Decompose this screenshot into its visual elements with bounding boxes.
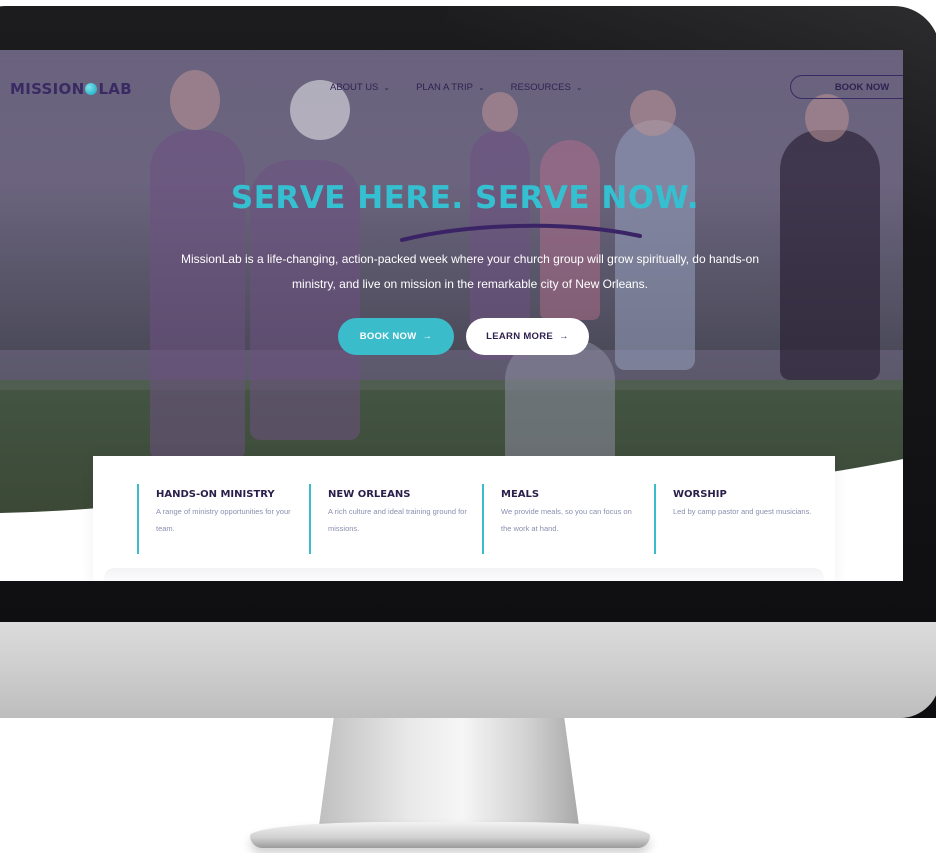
hero-section: MISSION LAB ABOUT US ⌄ PLAN A TRIP ⌄ RES… bbox=[0, 50, 903, 520]
globe-icon bbox=[85, 83, 98, 95]
feature-worship: WORSHIP Led by camp pastor and guest mus… bbox=[654, 484, 824, 554]
feature-description: A rich culture and ideal training ground… bbox=[328, 507, 467, 533]
website-screen: MISSION LAB ABOUT US ⌄ PLAN A TRIP ⌄ RES… bbox=[0, 50, 903, 581]
features-card: HANDS-ON MINISTRY A range of ministry op… bbox=[93, 456, 835, 581]
chevron-down-icon: ⌄ bbox=[383, 83, 391, 92]
hero-book-now-button[interactable]: BOOK NOW → bbox=[338, 318, 454, 355]
hero-description: MissionLab is a life-changing, action-pa… bbox=[180, 252, 760, 291]
nav-item-label: PLAN A TRIP bbox=[416, 82, 473, 93]
monitor-chin bbox=[0, 622, 936, 718]
hero-book-now-label: BOOK NOW bbox=[359, 331, 417, 342]
feature-new-orleans: NEW ORLEANS A rich culture and ideal tra… bbox=[309, 484, 479, 554]
nav-item-label: RESOURCES bbox=[510, 82, 571, 93]
hero-photo-head bbox=[170, 70, 220, 130]
nav-item-plan-a-trip[interactable]: PLAN A TRIP ⌄ bbox=[416, 82, 485, 93]
feature-description: Led by camp pastor and guest musicians. bbox=[673, 507, 812, 516]
hero-learn-more-label: LEARN MORE bbox=[486, 331, 554, 342]
feature-title: HANDS-ON MINISTRY bbox=[156, 489, 275, 500]
hero-photo-person bbox=[780, 130, 880, 380]
hero-title: SERVE HERE. SERVE NOW. bbox=[230, 180, 700, 216]
logo-text-lab: LAB bbox=[98, 80, 132, 98]
missionlab-logo[interactable]: MISSION LAB bbox=[10, 80, 132, 98]
feature-title: MEALS bbox=[501, 489, 540, 500]
feature-title: WORSHIP bbox=[673, 489, 727, 500]
feature-title: NEW ORLEANS bbox=[328, 489, 411, 500]
main-nav: ABOUT US ⌄ PLAN A TRIP ⌄ RESOURCES ⌄ bbox=[330, 82, 609, 93]
chevron-down-icon: ⌄ bbox=[575, 83, 583, 92]
arrow-right-icon: → bbox=[422, 331, 433, 342]
monitor-stand bbox=[318, 718, 580, 833]
nav-item-about-us[interactable]: ABOUT US ⌄ bbox=[330, 82, 390, 93]
feature-hands-on-ministry: HANDS-ON MINISTRY A range of ministry op… bbox=[137, 484, 307, 554]
chevron-down-icon: ⌄ bbox=[477, 83, 485, 92]
hero-photo-head bbox=[805, 94, 849, 142]
hero-title-underline bbox=[400, 223, 642, 242]
nav-item-label: ABOUT US bbox=[330, 82, 379, 93]
monitor-stand-base bbox=[250, 822, 650, 848]
hero-learn-more-button[interactable]: LEARN MORE → bbox=[466, 318, 589, 355]
feature-meals: MEALS We provide meals, so you can focus… bbox=[482, 484, 652, 554]
hero-photo-head bbox=[630, 90, 676, 136]
arrow-right-icon: → bbox=[559, 331, 569, 342]
hero-photo-head bbox=[482, 92, 518, 132]
nav-book-now-button[interactable]: BOOK NOW bbox=[790, 75, 903, 99]
feature-description: A range of ministry opportunities for yo… bbox=[156, 507, 291, 533]
next-section-card bbox=[104, 568, 824, 581]
feature-description: We provide meals, so you can focus on th… bbox=[501, 507, 632, 533]
logo-text-mission: MISSION bbox=[10, 80, 85, 98]
nav-item-resources[interactable]: RESOURCES ⌄ bbox=[511, 82, 583, 93]
